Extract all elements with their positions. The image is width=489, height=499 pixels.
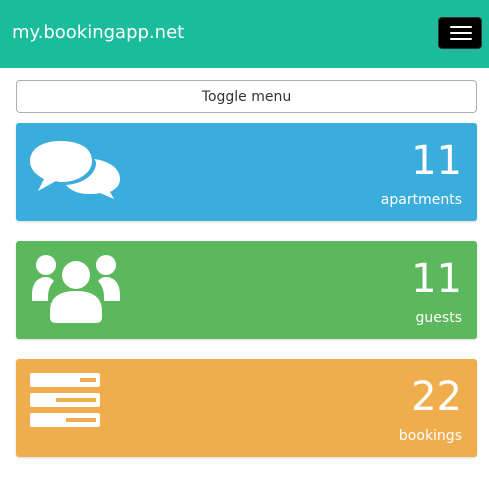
guests-card[interactable]: 11 guests [16, 241, 477, 339]
apartments-count: 11 [411, 138, 462, 184]
menu-toggle-button[interactable] [438, 17, 482, 49]
server-list-icon [30, 371, 102, 435]
guests-count: 11 [411, 256, 462, 302]
toggle-menu-button[interactable]: Toggle menu [16, 80, 477, 113]
top-navbar: my.bookingapp.net [0, 0, 489, 68]
guests-label: guests [415, 310, 462, 326]
bookings-card[interactable]: 22 bookings [16, 359, 477, 457]
users-icon [30, 253, 122, 329]
comments-icon [30, 135, 120, 203]
apartments-card[interactable]: 11 apartments [16, 123, 477, 221]
brand-link[interactable]: my.bookingapp.net [12, 21, 184, 45]
apartments-label: apartments [380, 192, 462, 208]
bookings-count: 22 [411, 374, 462, 420]
bookings-label: bookings [398, 428, 462, 444]
